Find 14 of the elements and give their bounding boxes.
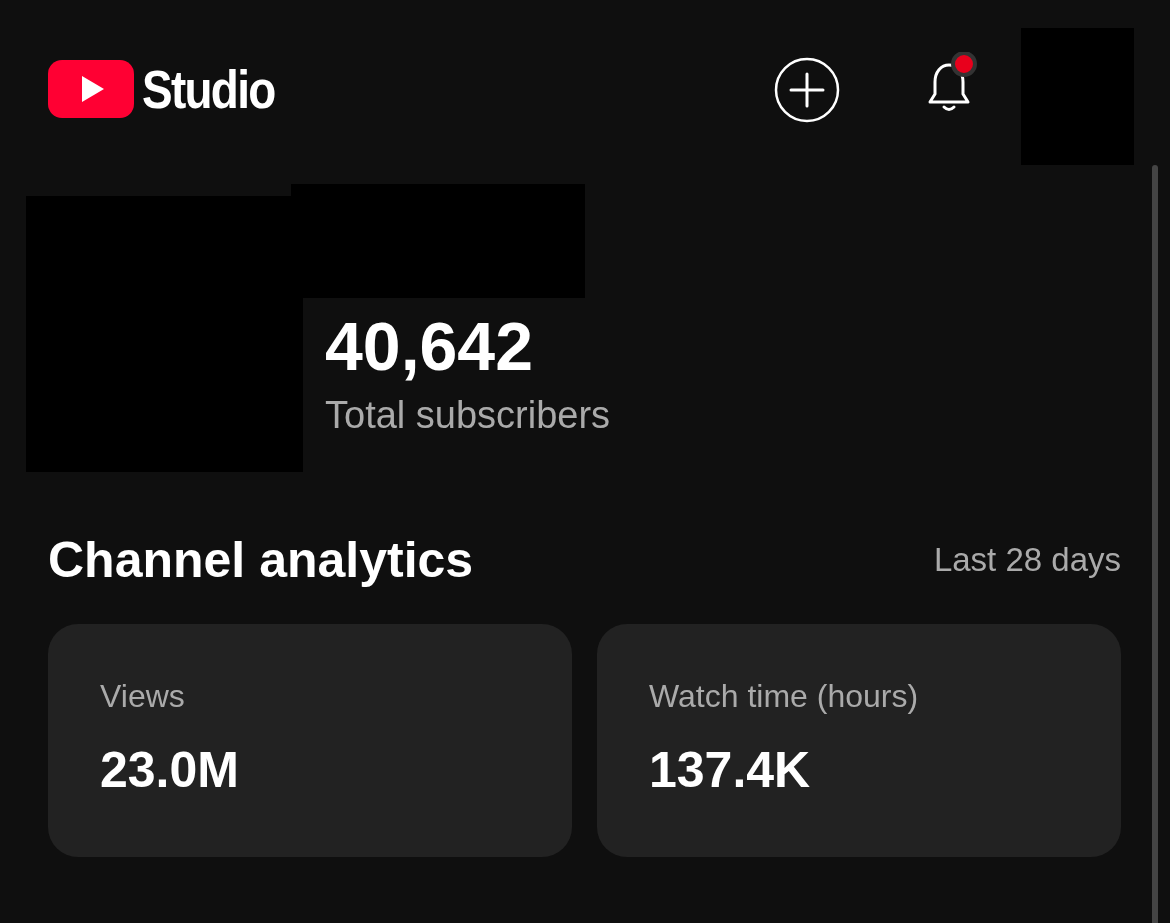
scrollbar[interactable] bbox=[1152, 165, 1158, 923]
subscriber-count: 40,642 bbox=[325, 307, 534, 386]
metric-card[interactable]: Watch time (hours) 137.4K bbox=[597, 624, 1121, 857]
period-label: Last 28 days bbox=[933, 541, 1121, 579]
metric-value: 137.4K bbox=[649, 741, 811, 799]
metric-label: Watch time (hours) bbox=[649, 678, 919, 715]
logo-text: Studio bbox=[142, 58, 275, 120]
metric-label: Views bbox=[100, 678, 185, 715]
section-title: Channel analytics bbox=[48, 531, 474, 589]
metric-value: 23.0M bbox=[100, 741, 239, 799]
metric-card[interactable]: Views 23.0M bbox=[48, 624, 572, 857]
create-icon[interactable] bbox=[774, 57, 840, 123]
play-logo-icon bbox=[48, 60, 134, 118]
subscriber-label: Total subscribers bbox=[325, 394, 611, 437]
